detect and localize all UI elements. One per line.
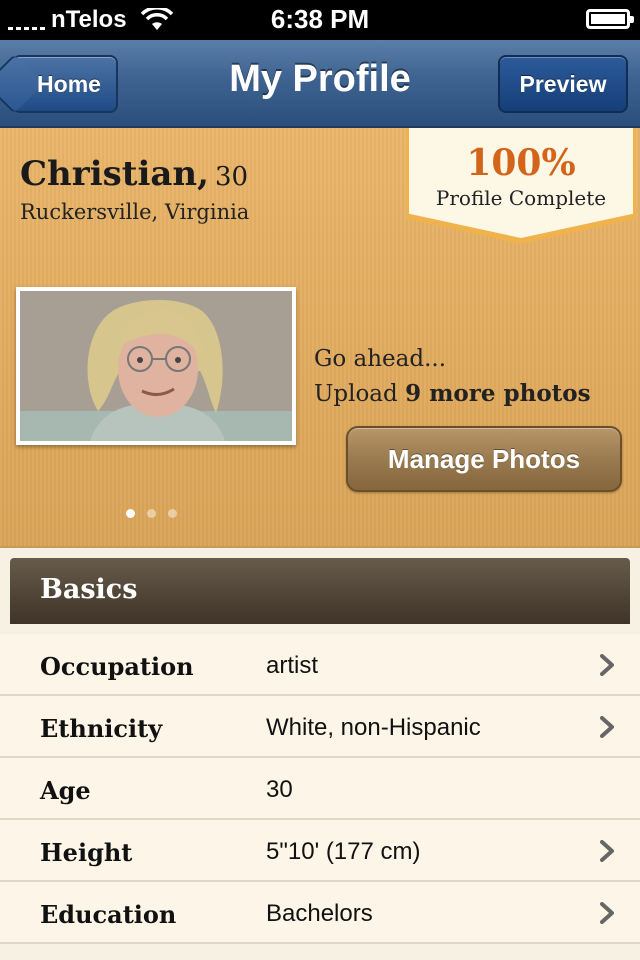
basics-row-education[interactable]: Education Bachelors xyxy=(0,882,640,944)
row-label: Height xyxy=(40,838,133,867)
row-label: Ethnicity xyxy=(40,714,163,743)
upload-count: 9 more photos xyxy=(405,380,591,407)
section-title: Basics xyxy=(40,574,138,605)
basics-row-occupation[interactable]: Occupation artist xyxy=(0,634,640,696)
profile-photo-image xyxy=(20,291,292,441)
upload-prompt-line1: Go ahead... xyxy=(314,346,447,372)
upload-prefix: Upload xyxy=(314,381,406,407)
row-value: White, non-Hispanic xyxy=(266,714,481,741)
profile-name-text: Christian, xyxy=(20,154,209,194)
page-indicator[interactable] xyxy=(126,509,177,518)
manage-photos-button[interactable]: Manage Photos xyxy=(346,426,622,492)
preview-button[interactable]: Preview xyxy=(498,55,628,113)
badge-label: Profile Complete xyxy=(435,186,607,210)
profile-location: Ruckersville, Virginia xyxy=(20,200,250,224)
basics-list: Occupation artist Ethnicity White, non-H… xyxy=(0,634,640,944)
chevron-right-icon xyxy=(600,902,614,924)
upload-prompt-line2: Upload 9 more photos xyxy=(314,380,591,407)
basics-row-height[interactable]: Height 5"10' (177 cm) xyxy=(0,820,640,882)
badge-percent: 100% xyxy=(466,142,576,184)
basics-section-header: Basics xyxy=(10,558,630,624)
chevron-right-icon xyxy=(600,716,614,738)
page-dot xyxy=(147,509,156,518)
chevron-right-icon xyxy=(600,654,614,676)
navigation-bar: Home My Profile Preview xyxy=(0,40,640,128)
profile-photo[interactable] xyxy=(16,287,296,445)
status-time: 6:38 PM xyxy=(270,4,370,34)
row-value: 5"10' (177 cm) xyxy=(266,838,421,865)
basics-row-ethnicity[interactable]: Ethnicity White, non-Hispanic xyxy=(0,696,640,758)
status-bar: nTelos 6:38 PM xyxy=(0,0,640,40)
row-label: Age xyxy=(40,776,91,805)
profile-age: 30 xyxy=(214,162,249,192)
chevron-right-icon xyxy=(600,840,614,862)
manage-photos-label: Manage Photos xyxy=(387,443,581,474)
page-dot-active xyxy=(126,509,135,518)
home-button-label: Home xyxy=(37,70,101,97)
battery-icon xyxy=(586,9,634,29)
row-label: Occupation xyxy=(40,652,194,681)
row-label: Education xyxy=(40,900,177,929)
page-dot xyxy=(168,509,177,518)
row-value: Bachelors xyxy=(266,900,373,927)
preview-button-label: Preview xyxy=(519,70,607,97)
basics-row-age: Age 30 xyxy=(0,758,640,820)
profile-name: Christian, 30 xyxy=(20,154,248,194)
row-value: artist xyxy=(266,652,319,679)
profile-header-panel: Christian, 30 Ruckersville, Virginia 100%… xyxy=(0,128,640,548)
row-value: 30 xyxy=(266,776,293,803)
